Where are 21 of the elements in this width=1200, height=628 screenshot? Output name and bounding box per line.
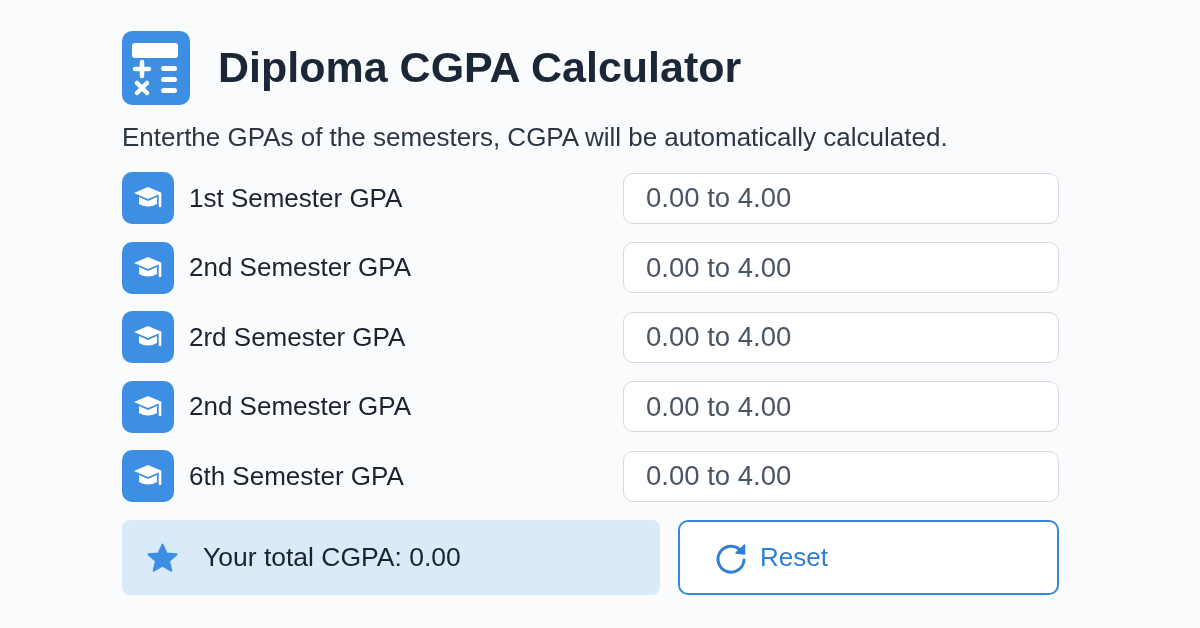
reset-button[interactable]: Reset [678, 520, 1059, 595]
instructions-text: Enterthe GPAs of the semesters, CGPA will be automatically calculated. [122, 122, 949, 152]
field-label: 2nd Semester GPA [189, 391, 412, 422]
page-title: Diploma CGPA Calculator [218, 44, 742, 92]
input-field[interactable]: 0.00 to 4.00 [623, 242, 1059, 293]
field-label: 2nd Semester GPA [189, 252, 412, 283]
input-field[interactable]: 0.00 to 4.00 [623, 172, 1059, 224]
input-field[interactable]: 0.00 to 4.00 [623, 450, 1059, 502]
field-label: 2rd Semester GPA [189, 321, 406, 353]
input-field[interactable]: 0.00 to 4.00 [623, 311, 1059, 363]
input-field[interactable]: 0.00 to 4.00 [623, 381, 1059, 432]
calculator-icon [122, 31, 190, 105]
cgpa-result-text: Your total CGPA: 0.00 [203, 542, 461, 573]
graduation-cap-icon [122, 172, 174, 224]
graduation-cap-icon [122, 311, 174, 363]
graduation-cap-icon [122, 241, 174, 294]
graduation-cap-icon [122, 450, 174, 502]
field-label: 1st Semester GPA [189, 182, 403, 214]
star-icon [147, 542, 178, 573]
graduation-cap-icon [122, 380, 174, 433]
field-label: 6th Semester GPA [189, 460, 404, 492]
